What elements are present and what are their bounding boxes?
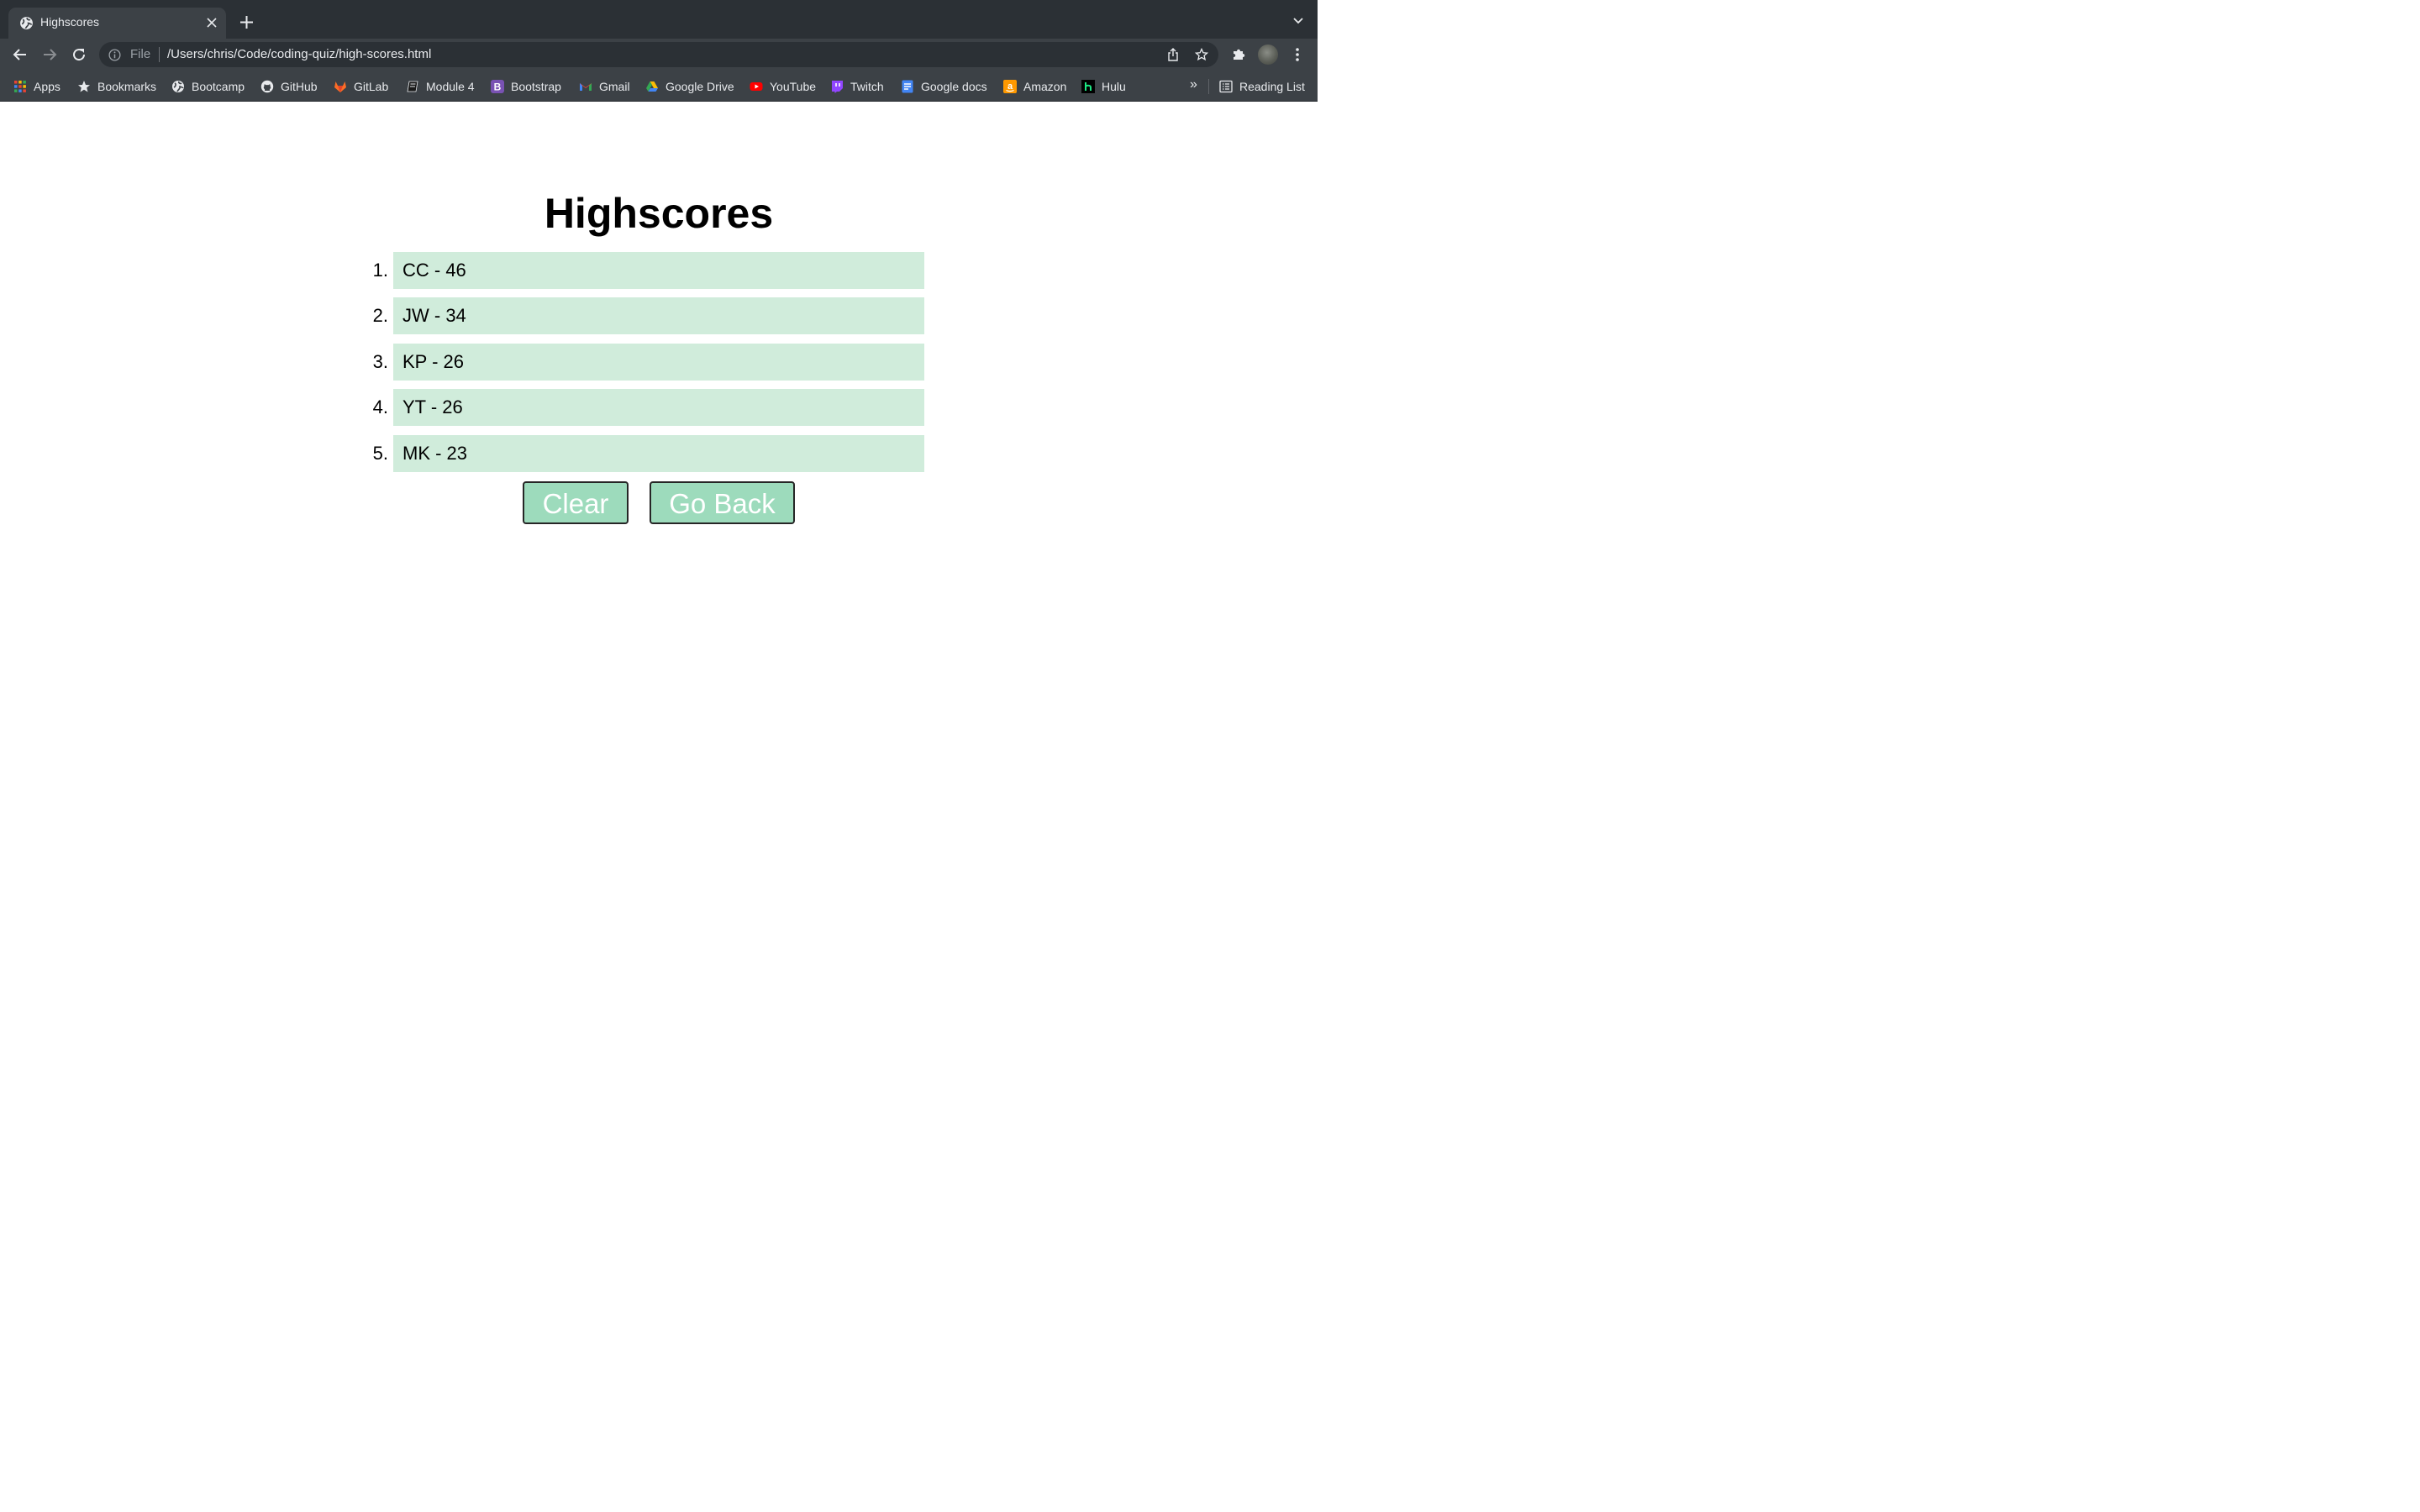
bookmark-label: GitHub <box>281 80 318 93</box>
bookmark-bookmarks[interactable]: Bookmarks <box>77 78 156 95</box>
tab-strip: Highscores <box>0 0 1318 39</box>
bookmark-label: YouTube <box>770 80 817 93</box>
bookmark-bootcamp[interactable]: Bootcamp <box>171 78 245 95</box>
youtube-icon <box>750 82 763 91</box>
bookmark-hulu[interactable]: Hulu <box>1081 78 1126 95</box>
score-entry: MK - 23 <box>393 435 924 472</box>
bookmark-label: Twitch <box>850 80 884 93</box>
reading-list-icon <box>1219 80 1233 93</box>
browser-toolbar: File /Users/chris/Code/coding-quiz/high-… <box>0 39 1318 71</box>
tab-title: Highscores <box>40 15 100 29</box>
bookmark-star-icon[interactable] <box>1195 48 1208 61</box>
bookmark-label: Gmail <box>599 80 630 93</box>
bookmarks-bar: Apps Bookmarks Bootcamp GitHub GitLab Mo… <box>0 71 1318 102</box>
bookmark-label: Amazon <box>1023 80 1067 93</box>
amazon-icon: a <box>1003 80 1017 93</box>
score-entry: JW - 34 <box>393 297 924 334</box>
chevron-down-icon[interactable] <box>1292 17 1304 25</box>
url-scheme-label: File <box>130 47 151 61</box>
score-list-item: 2. JW - 34 <box>353 297 924 334</box>
bookmark-label: Bootstrap <box>511 80 561 93</box>
score-list-item: 5. MK - 23 <box>353 435 924 472</box>
bookmark-apps[interactable]: Apps <box>13 78 60 95</box>
bookmark-label: Google Drive <box>666 80 734 93</box>
reading-list-label: Reading List <box>1239 80 1305 93</box>
gitlab-icon <box>334 81 346 92</box>
bookmarks-overflow-button[interactable]: » <box>1190 77 1197 92</box>
clear-button[interactable]: Clear <box>523 481 629 524</box>
score-rank: 5. <box>372 443 388 464</box>
bootstrap-icon: B <box>491 80 504 93</box>
bookmark-gitlab[interactable]: GitLab <box>334 78 388 95</box>
score-entry: YT - 26 <box>393 389 924 426</box>
go-back-button[interactable]: Go Back <box>650 481 795 524</box>
globe-icon <box>20 17 33 29</box>
apps-grid-icon <box>14 81 26 92</box>
bookmark-youtube[interactable]: YouTube <box>750 78 816 95</box>
twitch-icon <box>832 81 843 93</box>
bookmark-gmail[interactable]: Gmail <box>579 78 630 95</box>
score-rank: 1. <box>372 260 388 281</box>
new-tab-icon[interactable] <box>239 15 254 29</box>
bookmark-label: Module 4 <box>426 80 475 93</box>
bookmark-twitch[interactable]: Twitch <box>830 78 884 95</box>
bookmark-amazon[interactable]: a Amazon <box>1003 78 1066 95</box>
browser-tab-highscores[interactable]: Highscores <box>8 8 226 39</box>
score-list-item: 4. YT - 26 <box>353 389 924 426</box>
close-icon[interactable] <box>206 17 218 29</box>
address-divider <box>159 47 160 62</box>
forward-arrow-icon[interactable] <box>41 46 58 63</box>
github-icon <box>260 80 274 93</box>
svg-text:a: a <box>1007 81 1013 92</box>
bookmark-google-docs[interactable]: Google docs <box>901 78 987 95</box>
score-list-item: 3. KP - 26 <box>353 344 924 381</box>
more-vertical-icon[interactable] <box>1292 47 1303 62</box>
reading-list-button[interactable]: Reading List <box>1219 78 1305 95</box>
bookmark-bootstrap[interactable]: B Bootstrap <box>491 78 561 95</box>
bookmark-label: GitLab <box>354 80 389 93</box>
extensions-puzzle-icon[interactable] <box>1231 47 1246 62</box>
share-icon[interactable] <box>1166 48 1180 61</box>
gmail-icon <box>580 83 592 91</box>
hulu-icon <box>1081 80 1095 93</box>
score-list-item: 1. CC - 46 <box>353 252 924 289</box>
score-rank: 4. <box>372 396 388 417</box>
page-title: Highscores <box>544 190 774 237</box>
score-rank: 2. <box>372 305 388 326</box>
page-content: Highscores 1. CC - 46 2. JW - 34 3. KP -… <box>0 102 1318 823</box>
score-rank: 3. <box>372 351 388 372</box>
bookmark-module-4[interactable]: Module 4 <box>406 78 475 95</box>
bookmark-label: Google docs <box>921 80 987 93</box>
book-icon <box>407 81 418 92</box>
bookmark-github[interactable]: GitHub <box>260 78 318 95</box>
bookmarks-divider <box>1208 79 1209 94</box>
address-bar[interactable]: File /Users/chris/Code/coding-quiz/high-… <box>99 42 1218 67</box>
reload-icon[interactable] <box>71 46 87 63</box>
bookmark-google-drive[interactable]: Google Drive <box>645 78 734 95</box>
bookmark-label: Hulu <box>1102 80 1126 93</box>
back-arrow-icon[interactable] <box>12 46 29 63</box>
info-icon[interactable] <box>108 49 121 61</box>
bookmark-label: Apps <box>34 80 60 93</box>
svg-text:B: B <box>494 81 502 93</box>
star-icon <box>78 81 90 92</box>
globe-icon <box>172 81 184 92</box>
profile-avatar[interactable] <box>1258 45 1278 65</box>
score-entry: CC - 46 <box>393 252 924 289</box>
bookmark-label: Bookmarks <box>97 80 157 93</box>
google-docs-icon <box>902 80 913 93</box>
google-drive-icon <box>646 81 658 92</box>
score-entry: KP - 26 <box>393 344 924 381</box>
url-text[interactable]: /Users/chris/Code/coding-quiz/high-score… <box>167 47 431 61</box>
bookmark-label: Bootcamp <box>192 80 245 93</box>
